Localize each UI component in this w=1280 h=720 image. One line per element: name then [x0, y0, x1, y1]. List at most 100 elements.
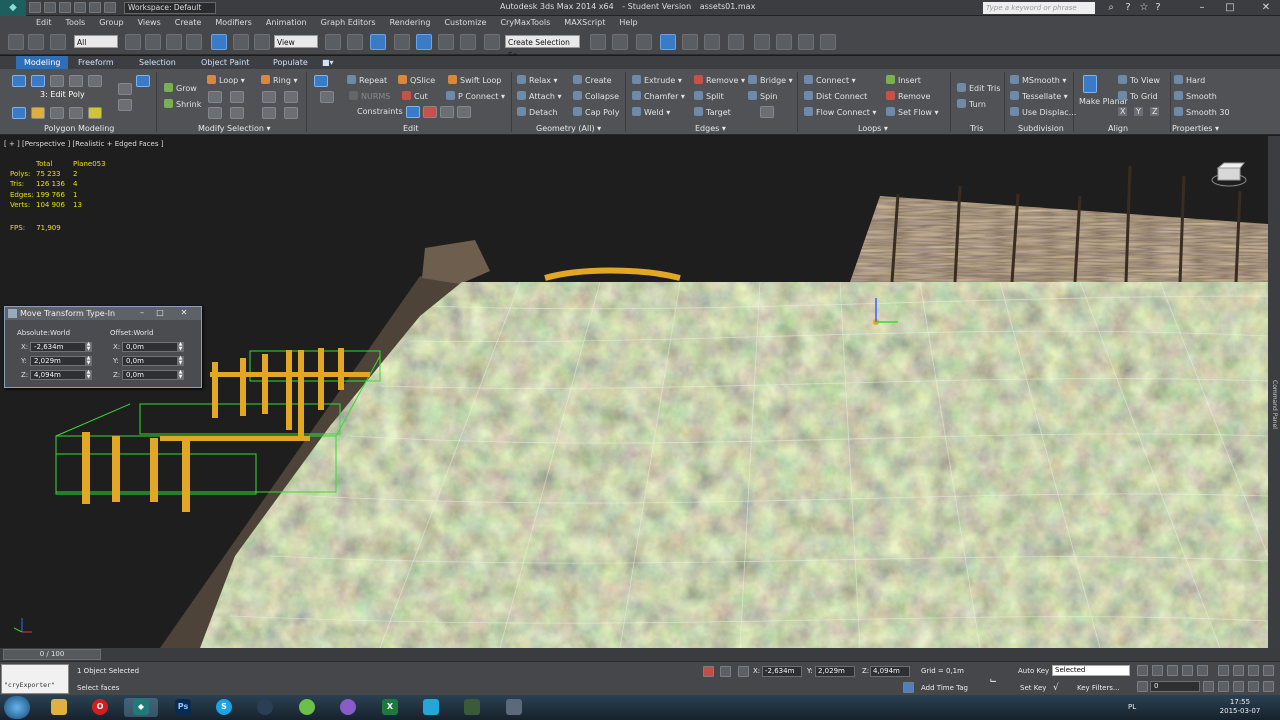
split-button[interactable]: Split	[694, 91, 724, 101]
dialog-close-button[interactable]: ✕	[177, 308, 191, 318]
constraint-face-icon[interactable]	[440, 106, 454, 118]
set-key-icon[interactable]: √	[1053, 683, 1059, 693]
mirror-icon[interactable]	[590, 34, 606, 50]
edit-named-selection-icon[interactable]	[484, 34, 500, 50]
collapse-stack-icon[interactable]	[88, 107, 102, 119]
use-displacement-button[interactable]: Use Displac...	[1010, 107, 1076, 117]
swift-loop-button[interactable]: Swift Loop	[448, 75, 501, 85]
ring-button[interactable]: Ring ▾	[261, 75, 298, 85]
dialog-title-bar[interactable]: Move Transform Type-In	[5, 307, 201, 320]
taskbar-app-blue[interactable]	[414, 698, 448, 717]
menu-customize[interactable]: Customize	[444, 18, 486, 27]
select-and-manipulate-icon[interactable]	[347, 34, 363, 50]
go-to-start-icon[interactable]	[1137, 665, 1148, 676]
auto-key-button[interactable]: Auto Key	[1018, 667, 1049, 675]
offset-x-field[interactable]: 0,0m	[122, 342, 180, 352]
menu-rendering[interactable]: Rendering	[390, 18, 431, 27]
language-indicator[interactable]: PL	[1128, 703, 1136, 711]
go-to-end-icon[interactable]	[1197, 665, 1208, 676]
to-grid-button[interactable]: To Grid	[1118, 91, 1158, 101]
open-file-icon[interactable]	[44, 2, 56, 13]
shrink-button[interactable]: Shrink	[164, 99, 201, 109]
workspace-dropdown[interactable]: Workspace: Default	[124, 1, 216, 14]
tab-selection[interactable]: Selection	[131, 56, 184, 69]
taskbar-photoshop[interactable]: Ps	[166, 698, 200, 717]
maximize-button[interactable]: □	[1222, 1, 1238, 14]
current-frame-field[interactable]: 0	[1150, 681, 1200, 692]
taskbar-app-arrow[interactable]	[455, 698, 489, 717]
next-modifier-icon[interactable]	[69, 107, 83, 119]
insert-loop-button[interactable]: Insert	[886, 75, 921, 85]
offset-z-field[interactable]: 0,0m	[122, 370, 180, 380]
preserve-uvs-icon[interactable]	[118, 83, 132, 95]
polygon-modeling-icon[interactable]	[136, 75, 150, 87]
search-input[interactable]: Type a keyword or phrase	[983, 2, 1095, 14]
cut-button[interactable]: Cut	[402, 91, 428, 101]
render-setup-icon[interactable]	[776, 34, 792, 50]
maxscript-listener[interactable]: "cryExporter"	[1, 664, 69, 694]
viewcube-icon[interactable]	[1210, 160, 1248, 188]
previous-modifier-icon[interactable]	[50, 107, 64, 119]
app-logo[interactable]: ◆	[0, 0, 26, 16]
time-slider[interactable]: 0 / 100	[3, 649, 101, 660]
zoom-all-icon[interactable]	[1233, 665, 1244, 676]
dot-ring-icon[interactable]	[284, 107, 298, 119]
zoom-extents-icon[interactable]	[1248, 665, 1259, 676]
menu-animation[interactable]: Animation	[266, 18, 307, 27]
reference-coordinate-dropdown[interactable]: View	[274, 35, 318, 48]
ribbon-options-icon[interactable]: ■▾	[318, 56, 338, 69]
panel-polygon-modeling[interactable]: Polygon Modeling	[44, 124, 114, 133]
graphite-toggle-icon[interactable]	[682, 34, 698, 50]
menu-edit[interactable]: Edit	[36, 18, 52, 27]
smooth-button[interactable]: Smooth	[1174, 91, 1217, 101]
tab-object-paint[interactable]: Object Paint	[193, 56, 257, 69]
new-file-icon[interactable]	[29, 2, 41, 13]
layer-manager-icon[interactable]	[660, 34, 676, 50]
redo-icon[interactable]	[89, 2, 101, 13]
menu-group[interactable]: Group	[99, 18, 123, 27]
binoculars-icon[interactable]: ⌕	[1103, 1, 1119, 14]
set-flow-button[interactable]: Set Flow ▾	[886, 107, 939, 117]
undo-icon[interactable]	[74, 2, 86, 13]
grow-button[interactable]: Grow	[164, 83, 197, 93]
edit-options-icon[interactable]	[314, 75, 328, 87]
msmooth-button[interactable]: MSmooth ▾	[1010, 75, 1066, 85]
vertex-mode-icon[interactable]	[12, 75, 26, 87]
zoom-extents-all-icon[interactable]	[1263, 665, 1274, 676]
connect-button[interactable]: Connect ▾	[804, 75, 856, 85]
scene-explorer-icon[interactable]	[636, 34, 652, 50]
offset-z-spinner[interactable]: ▲ ▼	[177, 370, 184, 380]
element-mode-icon[interactable]	[88, 75, 102, 87]
curve-editor-icon[interactable]	[704, 34, 720, 50]
time-configuration-icon[interactable]	[1203, 681, 1214, 692]
unlink-icon[interactable]	[28, 34, 44, 50]
snaps-toggle-icon[interactable]	[394, 34, 410, 50]
menu-tools[interactable]: Tools	[66, 18, 86, 27]
offset-x-spinner[interactable]: ▲ ▼	[177, 342, 184, 352]
grow-loop-icon[interactable]	[208, 91, 222, 103]
time-tag-icon[interactable]	[903, 682, 914, 693]
menu-help[interactable]: Help	[619, 18, 637, 27]
turn-button[interactable]: Turn	[957, 99, 986, 109]
link-icon[interactable]	[8, 34, 24, 50]
key-filters-button[interactable]: Key Filters...	[1077, 684, 1120, 692]
select-object-icon[interactable]	[125, 34, 141, 50]
dist-connect-button[interactable]: Dist Connect	[804, 91, 867, 101]
percent-snap-icon[interactable]	[438, 34, 454, 50]
angle-snap-icon[interactable]	[416, 34, 432, 50]
panel-tris[interactable]: Tris	[970, 124, 983, 133]
taskbar-app-green[interactable]	[290, 698, 324, 717]
extrude-button[interactable]: Extrude ▾	[632, 75, 682, 85]
edge-settings-icon[interactable]	[760, 106, 774, 118]
remove-loop-button[interactable]: Remove	[886, 91, 930, 101]
taskbar-3dsmax[interactable]: ◆	[124, 698, 158, 717]
align-y-button[interactable]: Y	[1134, 107, 1143, 116]
attach-button[interactable]: Attach ▾	[517, 91, 562, 101]
spinner-snap-icon[interactable]	[460, 34, 476, 50]
ignore-backfacing-icon[interactable]	[118, 99, 132, 111]
y-coord-field[interactable]: 2,029m	[815, 666, 855, 677]
abs-y-spinner[interactable]: ▲ ▼	[85, 356, 92, 366]
target-weld-button[interactable]: Target	[694, 107, 731, 117]
remove-edge-button[interactable]: Remove ▾	[694, 75, 745, 85]
panel-edges[interactable]: Edges ▾	[695, 124, 726, 133]
